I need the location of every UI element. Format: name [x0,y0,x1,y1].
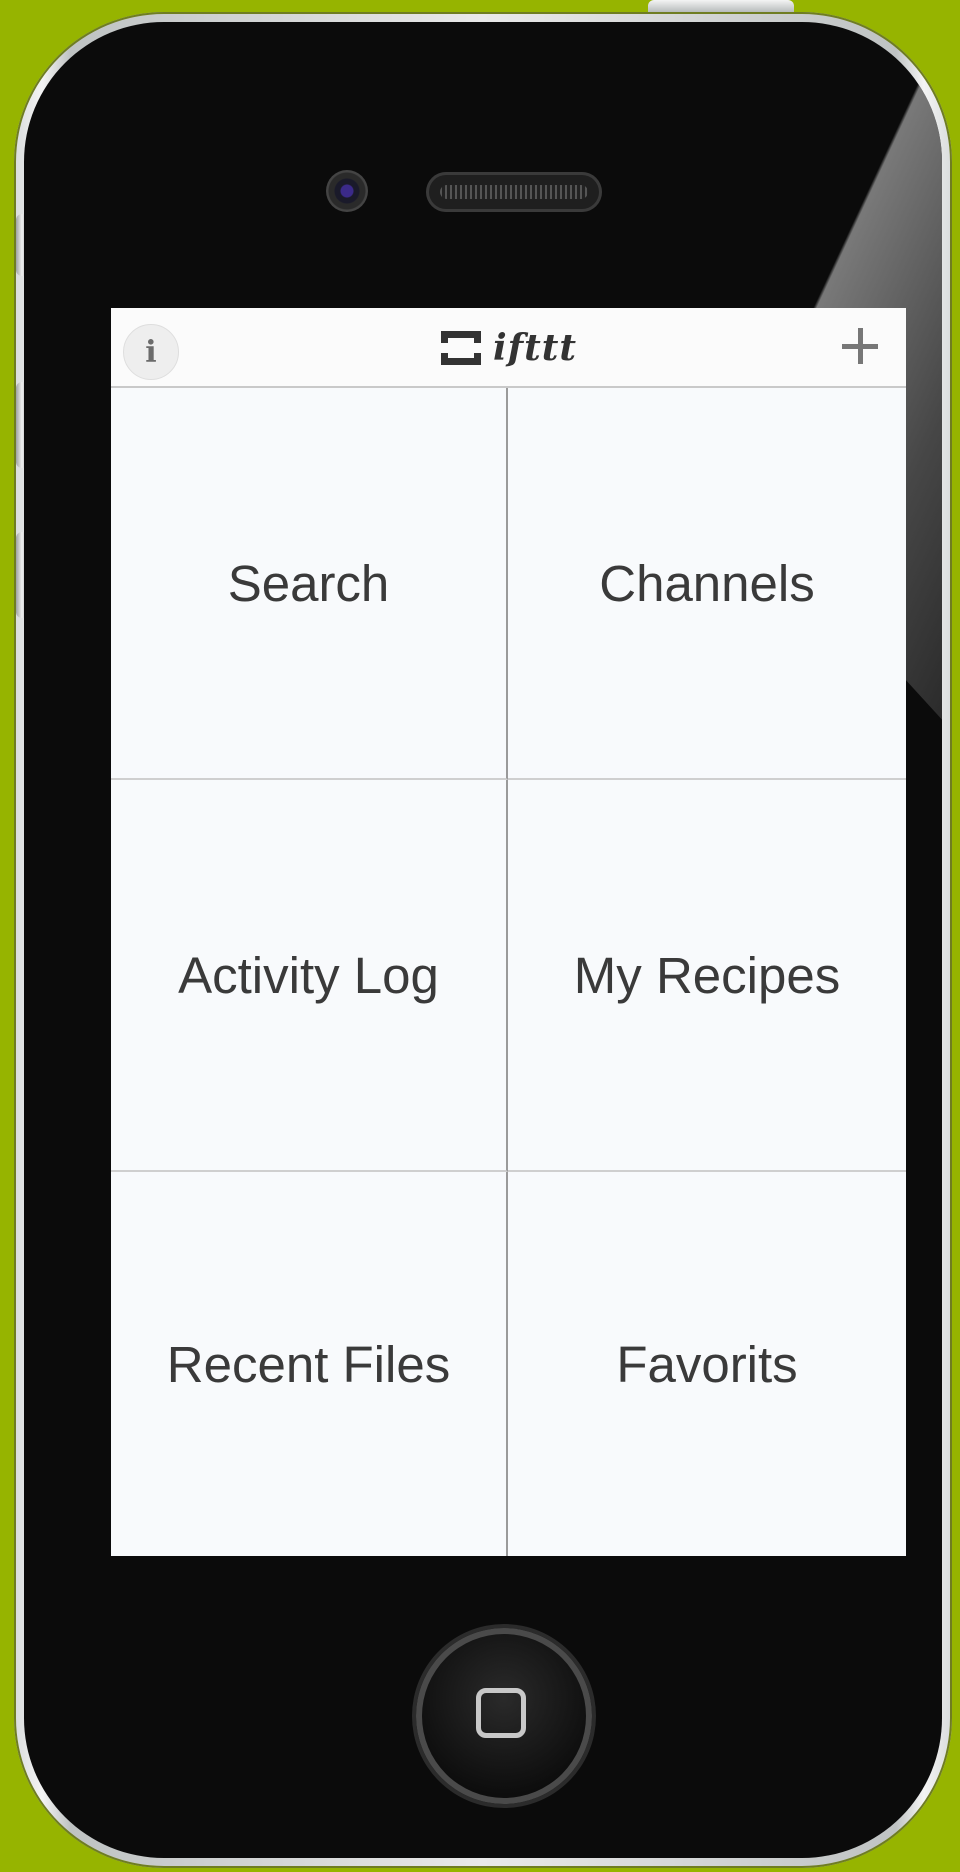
menu-grid: Search Channels Activity Log My Recipes … [111,388,906,1556]
logo-text: ifttt [493,327,578,369]
tile-favorits[interactable]: Favorits [508,1172,906,1556]
tile-recent-files[interactable]: Recent Files [111,1172,508,1556]
phone-frame: i ifttt Search Channels Activity Log My … [14,12,952,1868]
page: i ifttt Search Channels Activity Log My … [0,0,960,1872]
plus-icon[interactable] [838,324,882,368]
navbar: i ifttt [111,308,906,388]
ifttt-logo: ifttt [441,326,577,370]
tile-my-recipes[interactable]: My Recipes [508,780,906,1172]
tile-channels[interactable]: Channels [508,388,906,780]
tile-activity-log[interactable]: Activity Log [111,780,508,1172]
info-icon: i [145,334,157,370]
earpiece-speaker [426,172,602,212]
home-square-icon [476,1688,526,1738]
app-screen: i ifttt Search Channels Activity Log My … [111,308,906,1556]
phone-bezel: i ifttt Search Channels Activity Log My … [24,22,942,1858]
sleep-button[interactable] [648,0,794,12]
info-button[interactable]: i [123,324,179,380]
ifttt-logo-icon [441,331,481,365]
front-camera [326,170,368,212]
tile-search[interactable]: Search [111,388,508,780]
home-button[interactable] [416,1628,592,1804]
